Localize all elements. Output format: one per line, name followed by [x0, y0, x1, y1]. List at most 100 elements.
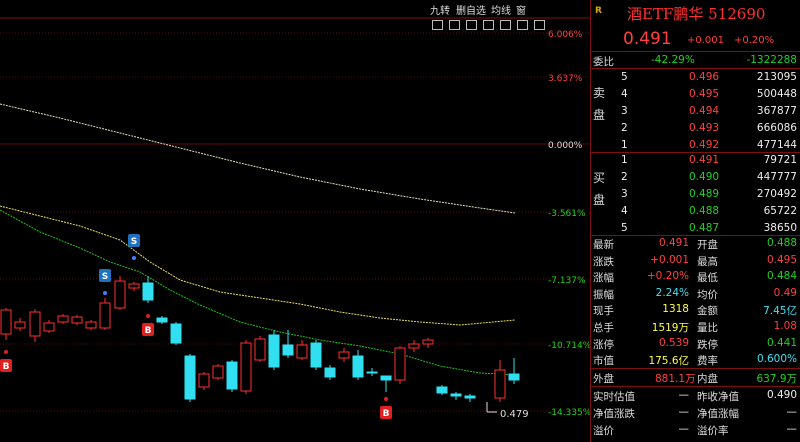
- bid-side-label: 买盘: [593, 171, 606, 207]
- candle-down: [142, 282, 154, 301]
- ask-level-row[interactable]: 3 0.494 367877: [591, 103, 800, 120]
- level-price: 0.493: [689, 122, 720, 134]
- signal-letter: B: [145, 326, 152, 336]
- stat-label: 跌停: [697, 338, 718, 351]
- stat-value: 2.24%: [655, 286, 689, 299]
- stat-label: 最新: [593, 239, 614, 251]
- candle-up: [0, 309, 12, 335]
- level-number: 1: [621, 154, 628, 166]
- ask-level-row[interactable]: 2 0.493 666086: [591, 120, 800, 137]
- bid-level-row[interactable]: 3 0.489 270492: [591, 186, 800, 203]
- stats-row: 总手 1519万 量比 1.08: [591, 318, 800, 335]
- nav-label: 净值涨跌: [593, 408, 635, 420]
- percent-label: 0.000%: [548, 141, 583, 151]
- nav-row: 实时估值 — 昨收净值 0.490: [591, 387, 800, 404]
- candle-up: [254, 338, 266, 361]
- level-volume: 38650: [763, 222, 797, 234]
- kline-chart[interactable]: B B B S S 6.006% 3.637% 0.000% -3.561% -7.137% -1…: [0, 0, 590, 442]
- stat-value: +0.001: [650, 253, 689, 266]
- chart-grid: [0, 17, 590, 412]
- order-ratio-label: 委比: [593, 56, 614, 68]
- stat-value: 0.491: [658, 237, 689, 249]
- level-volume: 500448: [756, 88, 797, 100]
- outer-inner-row: 外盘 881.1万 内盘 637.9万: [591, 369, 800, 386]
- level-price: 0.489: [689, 188, 720, 200]
- security-title: 酒ETF鹏华 512690: [627, 3, 765, 24]
- outer-value: 881.1万: [655, 373, 696, 385]
- level-number: 5: [621, 71, 628, 83]
- stat-label: 总手: [593, 322, 614, 334]
- trade-signals: B B B S S: [0, 234, 392, 419]
- stat-value: 0.539: [658, 336, 689, 349]
- candle-down: [282, 344, 294, 356]
- candle-up: [198, 373, 210, 388]
- nav-label: 溢价: [593, 425, 614, 437]
- stat-label: 最高: [697, 255, 718, 268]
- signal-letter: S: [102, 272, 108, 282]
- level-volume: 65722: [763, 205, 797, 217]
- candlesticks: [0, 276, 520, 402]
- stat-label: 最低: [697, 272, 718, 285]
- ask-level-row[interactable]: 5 0.496 213095: [591, 69, 800, 86]
- level-number: 4: [621, 88, 628, 100]
- stat-label: 费率: [697, 355, 718, 368]
- level-price: 0.492: [689, 139, 720, 151]
- nav-value: —: [678, 423, 690, 435]
- level-number: 5: [621, 222, 628, 234]
- price-change: +0.001: [687, 35, 725, 46]
- stat-label: 涨幅: [593, 272, 614, 285]
- level-number: 3: [621, 188, 628, 200]
- signal-dot: [4, 350, 8, 354]
- percent-label: -3.561%: [548, 209, 586, 219]
- ma-long-line: [0, 103, 516, 214]
- signal-letter: B: [383, 409, 390, 419]
- signal-letter: S: [131, 237, 137, 247]
- level-price: 0.487: [689, 222, 720, 234]
- stat-label: 现手: [593, 305, 614, 318]
- candle-down: [366, 371, 378, 374]
- stat-label: 市值: [593, 355, 614, 368]
- stat-label: 涨跌: [593, 255, 614, 268]
- level-volume: 270492: [756, 188, 797, 200]
- level-price: 0.488: [689, 205, 720, 217]
- ask-level-row[interactable]: 4 0.495 500448: [591, 86, 800, 103]
- ask-side-label: 卖盘: [593, 86, 606, 122]
- candle-down: [508, 373, 520, 381]
- stat-value: +0.20%: [646, 270, 689, 283]
- nav-row: 溢价 — 溢价率 —: [591, 421, 800, 438]
- nav-value: —: [678, 406, 690, 418]
- candle-up: [296, 344, 308, 359]
- level-price: 0.495: [689, 88, 720, 100]
- candle-down: [380, 375, 392, 381]
- candle-up: [240, 342, 252, 392]
- security-name: 酒ETF鹏华: [627, 5, 704, 23]
- percent-label: 3.637%: [548, 74, 583, 84]
- bid-level-row[interactable]: 4 0.488 65722: [591, 203, 800, 220]
- percent-label: -14.335%: [548, 408, 590, 418]
- signal-dot: [132, 256, 136, 260]
- bid-level-row[interactable]: 1 0.491 79721: [591, 152, 800, 169]
- stat-value: 7.45亿: [763, 305, 797, 318]
- stats-row: 市值 175.6亿 费率 0.600%: [591, 351, 800, 368]
- order-ratio-row: 委比 -42.29% -1322288: [591, 52, 800, 69]
- level-volume: 477144: [756, 139, 797, 151]
- candle-down: [464, 395, 476, 399]
- ma-slow-line: [0, 205, 516, 326]
- candle-down: [156, 317, 168, 323]
- nav-label: 昨收净值: [697, 391, 739, 403]
- level-number: 4: [621, 205, 628, 217]
- candle-down: [352, 355, 364, 378]
- level-number: 1: [621, 139, 628, 151]
- security-code: 512690: [708, 5, 766, 23]
- nav-label: 实时估值: [593, 391, 635, 403]
- candle-up: [85, 321, 97, 329]
- level-volume: 367877: [756, 105, 797, 117]
- bid-level-row[interactable]: 2 0.490 447777: [591, 169, 800, 186]
- stat-value: 0.600%: [756, 353, 797, 366]
- candle-up: [43, 322, 55, 332]
- percent-label: -10.714%: [548, 341, 590, 351]
- r-tag: R: [595, 6, 602, 16]
- order-ratio-diff: -1322288: [746, 54, 797, 66]
- candle-up: [422, 339, 434, 345]
- stats-row: 现手 1318 金额 7.45亿: [591, 301, 800, 318]
